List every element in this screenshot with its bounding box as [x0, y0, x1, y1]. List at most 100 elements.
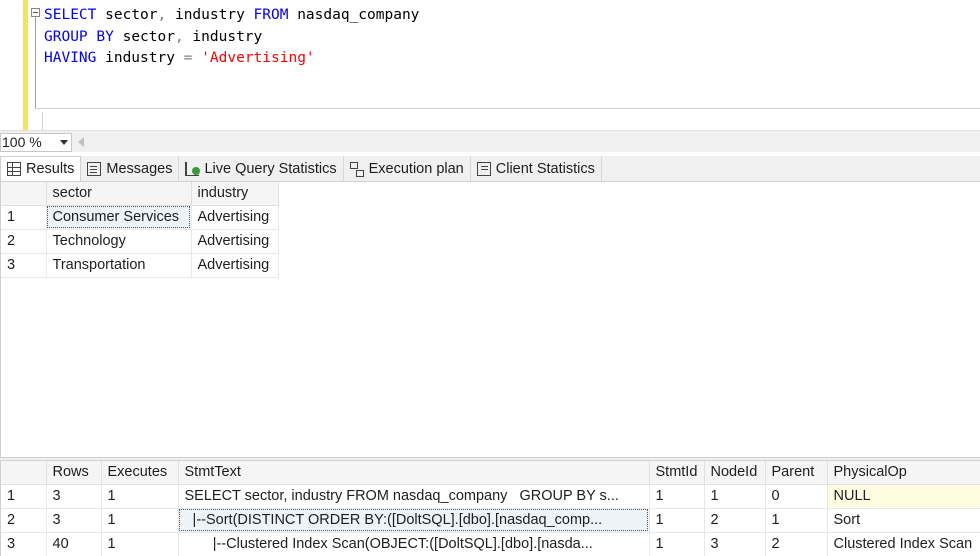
table-cell[interactable]: 2: [765, 532, 828, 556]
grid-icon: [7, 162, 21, 176]
table-cell[interactable]: Consumer Services: [46, 205, 192, 230]
code-token: industry: [166, 7, 254, 23]
column-header[interactable]: StmtId: [649, 461, 705, 485]
table-row: 1 3 1 SELECT sector, industry FROM nasda…: [1, 484, 980, 509]
table-cell[interactable]: Advertising: [191, 229, 279, 254]
column-header[interactable]: NodeId: [704, 461, 766, 485]
zoom-value: 100 %: [2, 134, 42, 150]
stats-grid: Rows Executes StmtText StmtId NodeId Par…: [1, 461, 980, 556]
code-token: 'Advertising': [201, 50, 315, 66]
table-cell[interactable]: 1: [649, 532, 705, 556]
table-row: 2 3 1 |--Sort(DISTINCT ORDER BY:([DoltSQ…: [1, 508, 980, 533]
stats-grid-pane: Rows Executes StmtText StmtId NodeId Par…: [0, 461, 980, 556]
table-cell[interactable]: 0: [765, 484, 828, 509]
code-token: industry: [96, 50, 184, 66]
zoom-dropdown[interactable]: 100 %: [0, 133, 72, 152]
table-cell[interactable]: 3: [46, 484, 102, 509]
code-line[interactable]: SELECT sector, industry FROM nasdaq_comp…: [44, 5, 419, 27]
row-number[interactable]: 2: [1, 508, 47, 533]
table-cell[interactable]: 1: [649, 484, 705, 509]
table-row: 3 40 1 |--Clustered Index Scan(OBJECT:([…: [1, 532, 980, 556]
column-header[interactable]: Parent: [765, 461, 828, 485]
code-token: sector: [113, 28, 175, 45]
code-token: ,: [157, 7, 167, 23]
tab-label: Live Query Statistics: [204, 160, 337, 177]
column-header[interactable]: Rows: [46, 461, 102, 485]
code-token: HAVING: [44, 50, 97, 66]
code-token: BY: [96, 28, 114, 45]
row-number[interactable]: 2: [1, 229, 47, 254]
code-token: nasdaq_company: [288, 7, 420, 23]
table-cell[interactable]: |--Clustered Index Scan(OBJECT:([DoltSQL…: [178, 532, 650, 556]
caret: [42, 112, 43, 130]
outline-footer: [35, 108, 980, 109]
table-row: 1 Consumer Services Advertising: [1, 205, 279, 230]
table-row: 3 Transportation Advertising: [1, 253, 279, 278]
zoom-bar: 100 %: [0, 130, 980, 152]
table-cell[interactable]: SELECT sector, industry FROM nasdaq_comp…: [178, 484, 650, 509]
query-editor[interactable]: SELECT sector, industry FROM nasdaq_comp…: [0, 0, 980, 130]
column-header[interactable]: Executes: [101, 461, 179, 485]
tab-label: Client Statistics: [495, 160, 595, 177]
scroll-left-icon[interactable]: [78, 137, 84, 147]
column-header[interactable]: StmtText: [178, 461, 650, 485]
table-cell[interactable]: 1: [704, 484, 766, 509]
table-cell[interactable]: Advertising: [191, 205, 279, 230]
tab-messages[interactable]: Messages: [81, 156, 180, 181]
table-cell[interactable]: Technology: [46, 229, 192, 254]
execution-plan-icon: [349, 161, 364, 177]
table-cell[interactable]: |--Sort(DISTINCT ORDER BY:([DoltSQL].[db…: [178, 508, 650, 533]
tab-execution-plan[interactable]: Execution plan: [344, 156, 471, 181]
column-header[interactable]: industry: [191, 182, 279, 206]
tab-live-query-statistics[interactable]: Live Query Statistics: [179, 156, 344, 181]
code-line[interactable]: GROUP BY sector, industry: [44, 27, 419, 49]
table-cell[interactable]: 3: [704, 532, 766, 556]
table-row: 2 Technology Advertising: [1, 229, 279, 254]
code-token: FROM: [253, 7, 289, 23]
sql-code[interactable]: SELECT sector, industry FROM nasdaq_comp…: [44, 5, 419, 70]
table-cell[interactable]: NULL: [827, 484, 980, 509]
row-number[interactable]: 1: [1, 484, 47, 509]
table-cell[interactable]: 3: [46, 508, 102, 533]
tab-label: Messages: [106, 160, 173, 177]
tab-label: Results: [26, 161, 75, 177]
messages-icon: [87, 161, 102, 176]
results-grid: sector industry 1 Consumer Services Adve…: [1, 182, 279, 278]
table-cell[interactable]: Transportation: [46, 253, 192, 278]
row-number[interactable]: 3: [1, 532, 47, 556]
results-tabs: Results Messages Live Query Statistics E…: [0, 156, 980, 181]
client-stats-icon: [476, 161, 491, 176]
table-cell[interactable]: Advertising: [191, 253, 279, 278]
table-cell[interactable]: 2: [704, 508, 766, 533]
table-cell[interactable]: Clustered Index Scan: [827, 532, 980, 556]
header-row: Rows Executes StmtText StmtId NodeId Par…: [1, 461, 980, 485]
change-margin: [23, 0, 28, 130]
table-cell[interactable]: Sort: [827, 508, 980, 533]
code-line[interactable]: HAVING industry = 'Advertising': [44, 48, 419, 70]
live-stats-icon: [185, 161, 201, 176]
column-header[interactable]: sector: [46, 182, 192, 206]
row-number[interactable]: 1: [1, 205, 47, 230]
collapse-icon[interactable]: [31, 8, 40, 17]
results-grid-pane: sector industry 1 Consumer Services Adve…: [0, 181, 980, 457]
tab-results[interactable]: Results: [0, 156, 82, 181]
code-token: sector: [96, 7, 158, 23]
tab-label: Execution plan: [368, 160, 464, 177]
table-cell[interactable]: 1: [101, 508, 179, 533]
table-cell[interactable]: 1: [101, 532, 179, 556]
row-number[interactable]: 3: [1, 253, 47, 278]
outline-guide: [35, 8, 36, 108]
chevron-down-icon[interactable]: [60, 140, 68, 145]
code-token: GROUP: [44, 28, 88, 45]
code-token: SELECT: [44, 7, 97, 23]
tab-client-statistics[interactable]: Client Statistics: [471, 156, 602, 181]
table-cell[interactable]: 1: [101, 484, 179, 509]
table-cell[interactable]: 1: [765, 508, 828, 533]
row-number-header: [1, 461, 47, 485]
code-token: industry: [183, 28, 263, 45]
table-cell[interactable]: 1: [649, 508, 705, 533]
table-cell[interactable]: 40: [46, 532, 102, 556]
header-row: sector industry: [1, 182, 279, 206]
column-header[interactable]: PhysicalOp: [827, 461, 980, 485]
